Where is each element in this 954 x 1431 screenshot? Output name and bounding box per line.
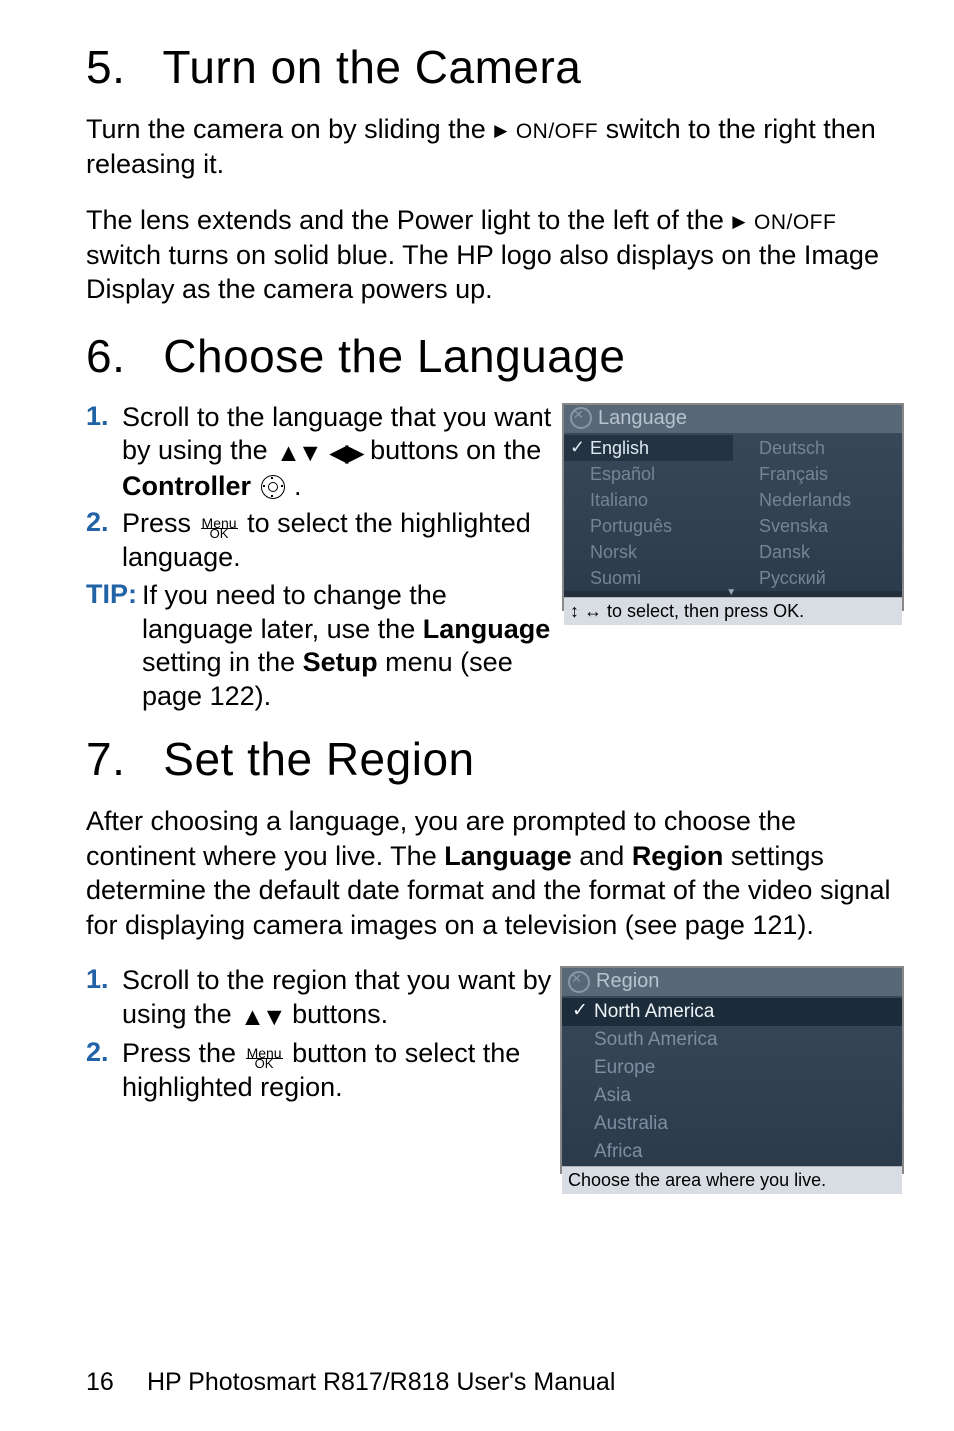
section-5-title: Turn on the Camera xyxy=(162,41,581,93)
list-number-2: 2. xyxy=(86,1037,122,1068)
region-menu-screenshot: Region North America South America Europ… xyxy=(560,966,904,1174)
page-footer: 16 HP Photosmart R817/R818 User's Manual xyxy=(86,1368,615,1397)
section-7-step-1: Scroll to the region that you want by us… xyxy=(122,964,552,1033)
left-right-arrows-icon: ◀▶ xyxy=(328,438,362,469)
page-number: 16 xyxy=(86,1368,140,1397)
section-6-number: 6. xyxy=(86,329,150,383)
on-off-label: ON/OFF xyxy=(754,211,836,234)
menu-ok-icon: MenuOK xyxy=(244,1048,285,1070)
triangle-right-icon: ▶ xyxy=(731,211,746,233)
language-menu-title-bar: Language xyxy=(564,405,902,433)
controller-label: Controller xyxy=(122,471,251,501)
section-6-title: Choose the Language xyxy=(163,330,625,382)
lang-item-russian: Русский xyxy=(733,565,902,591)
list-number-1: 1. xyxy=(86,964,122,995)
region-item-africa: Africa xyxy=(562,1138,902,1166)
lang-item-svenska: Svenska xyxy=(733,513,902,539)
section-5-number: 5. xyxy=(86,40,150,94)
section-7-heading: 7. Set the Region xyxy=(86,732,904,786)
language-menu-footer: ↕ ↔ to select, then press OK. xyxy=(564,597,902,625)
language-menu-scrollbar xyxy=(564,591,902,597)
lang-item-nederlands: Nederlands xyxy=(733,487,902,513)
section-7-step-2: Press the MenuOK button to select the hi… xyxy=(122,1037,552,1105)
section-6-step-1: Scroll to the language that you want by … xyxy=(122,401,554,504)
section-6-step-2: Press MenuOK to select the highlighted l… xyxy=(122,507,554,575)
section-6-tip: If you need to change the language later… xyxy=(142,579,554,714)
triangle-right-icon: ▶ xyxy=(493,120,508,142)
region-item-australia: Australia xyxy=(562,1110,902,1138)
list-number-2: 2. xyxy=(86,507,122,538)
updown-leftright-icon: ↕ ↔ xyxy=(570,601,602,621)
region-item-south-america: South America xyxy=(562,1026,902,1054)
lang-item-norsk: Norsk xyxy=(564,539,733,565)
lang-item-italiano: Italiano xyxy=(564,487,733,513)
list-number-1: 1. xyxy=(86,401,122,432)
lang-item-portugues: Português xyxy=(564,513,733,539)
up-down-arrows-icon: ▲▼ xyxy=(275,438,321,469)
on-off-label: ON/OFF xyxy=(516,120,598,143)
region-item-asia: Asia xyxy=(562,1082,902,1110)
gear-icon xyxy=(570,407,592,429)
region-menu-title-bar: Region xyxy=(562,968,902,996)
region-item-europe: Europe xyxy=(562,1054,902,1082)
region-item-north-america: North America xyxy=(562,998,902,1026)
tip-label: TIP: xyxy=(86,579,142,610)
section-5-heading: 5. Turn on the Camera xyxy=(86,40,904,94)
lang-item-espanol: Español xyxy=(564,461,733,487)
language-menu-screenshot: Language English Español Italiano Portug… xyxy=(562,403,904,611)
lang-item-english: English xyxy=(564,435,733,461)
controller-icon xyxy=(261,475,285,499)
section-6-heading: 6. Choose the Language xyxy=(86,329,904,383)
up-down-arrows-icon: ▲▼ xyxy=(239,1002,285,1033)
lang-item-dansk: Dansk xyxy=(733,539,902,565)
section-7-paragraph-1: After choosing a language, you are promp… xyxy=(86,804,904,942)
lang-item-suomi: Suomi xyxy=(564,565,733,591)
manual-title: HP Photosmart R817/R818 User's Manual xyxy=(147,1368,615,1396)
section-5-paragraph-2: The lens extends and the Power light to … xyxy=(86,203,904,307)
lang-item-deutsch: Deutsch xyxy=(733,435,902,461)
section-7-title: Set the Region xyxy=(163,733,474,785)
gear-icon xyxy=(568,971,590,993)
region-menu-footer: Choose the area where you live. xyxy=(562,1166,902,1194)
language-menu-title: Language xyxy=(598,407,687,430)
section-5-paragraph-1: Turn the camera on by sliding the ▶ ON/O… xyxy=(86,112,904,181)
region-menu-title: Region xyxy=(596,970,659,993)
lang-item-francais: Français xyxy=(733,461,902,487)
menu-ok-icon: MenuOK xyxy=(199,518,240,540)
section-7-number: 7. xyxy=(86,732,150,786)
